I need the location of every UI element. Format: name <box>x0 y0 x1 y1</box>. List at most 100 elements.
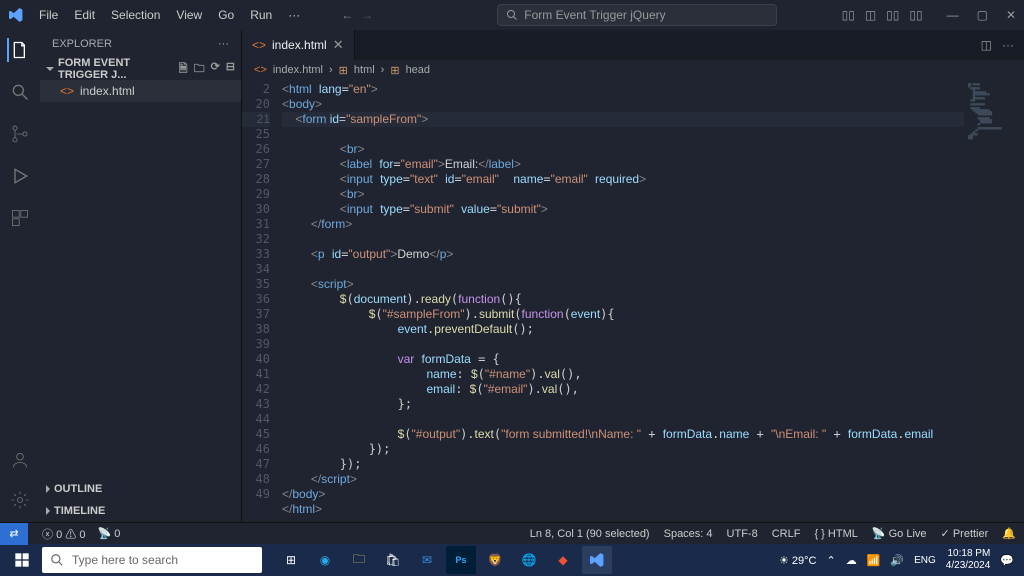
system-tray: ☀ 29°C ⌃ ☁ 📶 🔊 ENG 10:18 PM 4/23/2024 💬 <box>779 548 1018 572</box>
taskbar-apps: ⊞ ◉ 🗀 🛍 ✉ Ps 🦁 🌐 ◆ <box>276 546 612 574</box>
outline-section[interactable]: OUTLINE <box>40 478 241 500</box>
volume-icon[interactable]: 🔊 <box>890 554 904 567</box>
activity-accounts-icon[interactable] <box>8 448 32 472</box>
search-icon <box>50 553 64 567</box>
explorer-icon[interactable]: 🗀 <box>344 546 374 574</box>
notifications-icon[interactable]: 🔔 <box>1002 527 1016 540</box>
close-tab-icon[interactable]: ✕ <box>333 37 344 53</box>
chevron-down-icon <box>46 67 54 71</box>
ports-status[interactable]: 📡 0 <box>97 527 120 540</box>
activity-source-control-icon[interactable] <box>8 122 32 146</box>
collapse-icon[interactable]: ⊟ <box>226 60 235 79</box>
new-file-icon[interactable]: 🗎 <box>179 60 188 79</box>
code-editor[interactable]: <html lang="en"> <body> <form id="sample… <box>282 80 964 522</box>
statusbar: ⇄ ⓧ 0 ⚠ 0 📡 0 Ln 8, Col 1 (90 selected) … <box>0 522 1024 544</box>
titlebar: File Edit Selection View Go Run ··· ← → … <box>0 0 1024 30</box>
menu-file[interactable]: File <box>32 4 65 26</box>
chevron-right-icon <box>46 485 50 493</box>
taskbar-search-placeholder: Type here to search <box>72 553 178 567</box>
layout-panel-icon[interactable]: ◫ <box>865 8 876 22</box>
remote-button[interactable]: ⇄ <box>0 523 28 545</box>
command-center-text: Form Event Trigger jQuery <box>524 8 665 22</box>
layout-primary-icon[interactable]: ▯▯ <box>842 8 855 22</box>
editor-area: <> index.html ✕ ◫ ··· <>index.html › ⊞ht… <box>242 30 1024 522</box>
activity-search-icon[interactable] <box>8 80 32 104</box>
chevron-right-icon <box>46 507 50 515</box>
breadcrumb-item[interactable]: index.html <box>273 64 323 76</box>
new-folder-icon[interactable]: 🗀 <box>194 60 205 79</box>
html-file-icon: <> <box>60 84 74 98</box>
app-menu: File Edit Selection View Go Run ··· <box>32 4 307 26</box>
explorer-title: EXPLORER <box>52 38 112 50</box>
layout-customize-icon[interactable]: ▯▯ <box>909 8 922 22</box>
go-live-button[interactable]: 📡 Go Live <box>872 527 927 540</box>
start-button[interactable] <box>6 546 38 574</box>
photoshop-icon[interactable]: Ps <box>446 546 476 574</box>
menu-run[interactable]: Run <box>243 4 279 26</box>
breadcrumb[interactable]: <>index.html › ⊞html › ⊞head <box>242 60 1024 80</box>
editor-tabs: <> index.html ✕ ◫ ··· <box>242 30 1024 60</box>
workspace-folder[interactable]: FORM EVENT TRIGGER J... 🗎 🗀 ⟳ ⊟ <box>40 58 241 80</box>
mail-icon[interactable]: ✉ <box>412 546 442 574</box>
explorer-more-icon[interactable]: ··· <box>218 38 229 50</box>
timeline-label: TIMELINE <box>54 505 105 517</box>
activity-settings-icon[interactable] <box>8 488 32 512</box>
timeline-section[interactable]: TIMELINE <box>40 500 241 522</box>
activity-run-debug-icon[interactable] <box>8 164 32 188</box>
file-name: index.html <box>80 84 135 98</box>
app-icon[interactable]: ◆ <box>548 546 578 574</box>
problems-status[interactable]: ⓧ 0 ⚠ 0 <box>42 526 85 542</box>
language-indicator[interactable]: ENG <box>914 555 936 566</box>
html-file-icon: <> <box>252 38 266 52</box>
onedrive-icon[interactable]: ☁ <box>846 554 857 567</box>
line-gutter: 2 20 21 25 26 27 28 29 30 31 32 33 34 35… <box>242 80 282 522</box>
menu-go[interactable]: Go <box>211 4 241 26</box>
activity-extensions-icon[interactable] <box>8 206 32 230</box>
weather-widget[interactable]: ☀ 29°C <box>779 554 817 567</box>
indentation-status[interactable]: Spaces: 4 <box>664 528 713 540</box>
menu-overflow[interactable]: ··· <box>281 4 307 26</box>
vscode-logo-icon <box>8 7 24 23</box>
file-tree-item[interactable]: <> index.html <box>40 80 241 102</box>
windows-taskbar: Type here to search ⊞ ◉ 🗀 🛍 ✉ Ps 🦁 🌐 ◆ ☀… <box>0 544 1024 576</box>
split-editor-icon[interactable]: ◫ <box>981 38 992 52</box>
cursor-position[interactable]: Ln 8, Col 1 (90 selected) <box>530 528 650 540</box>
more-actions-icon[interactable]: ··· <box>1002 38 1014 52</box>
window-minimize-icon[interactable]: — <box>947 8 959 22</box>
menu-view[interactable]: View <box>169 4 209 26</box>
nav-forward-icon[interactable]: → <box>361 8 373 22</box>
vscode-icon[interactable] <box>582 546 612 574</box>
refresh-icon[interactable]: ⟳ <box>211 60 220 79</box>
wifi-icon[interactable]: 📶 <box>867 554 881 567</box>
breadcrumb-item[interactable]: html <box>354 64 375 76</box>
workspace-folder-name: FORM EVENT TRIGGER J... <box>58 57 175 81</box>
edge-icon[interactable]: ◉ <box>310 546 340 574</box>
store-icon[interactable]: 🛍 <box>378 546 408 574</box>
editor-tab[interactable]: <> index.html ✕ <box>242 30 355 60</box>
action-center-icon[interactable]: 💬 <box>1000 554 1014 567</box>
task-view-icon[interactable]: ⊞ <box>276 546 306 574</box>
explorer-sidebar: EXPLORER ··· FORM EVENT TRIGGER J... 🗎 🗀… <box>40 30 242 522</box>
taskbar-search[interactable]: Type here to search <box>42 547 262 573</box>
chrome-icon[interactable]: 🌐 <box>514 546 544 574</box>
window-close-icon[interactable]: ✕ <box>1006 8 1016 22</box>
language-mode[interactable]: { } HTML <box>814 528 857 540</box>
breadcrumb-item[interactable]: head <box>406 64 430 76</box>
activity-bar <box>0 30 40 522</box>
minimap[interactable]: ███ ████████ ████████ ██ ███████████ ███… <box>964 80 1024 522</box>
activity-explorer-icon[interactable] <box>7 38 31 62</box>
tray-chevron-icon[interactable]: ⌃ <box>827 554 836 567</box>
menu-selection[interactable]: Selection <box>104 4 167 26</box>
search-icon <box>506 9 518 21</box>
prettier-status[interactable]: ✓ Prettier <box>941 527 989 540</box>
eol-status[interactable]: CRLF <box>772 528 801 540</box>
clock[interactable]: 10:18 PM 4/23/2024 <box>946 548 991 572</box>
nav-back-icon[interactable]: ← <box>341 8 353 22</box>
command-center[interactable]: Form Event Trigger jQuery <box>497 4 777 26</box>
encoding-status[interactable]: UTF-8 <box>727 528 758 540</box>
brave-icon[interactable]: 🦁 <box>480 546 510 574</box>
outline-label: OUTLINE <box>54 483 102 495</box>
menu-edit[interactable]: Edit <box>67 4 102 26</box>
layout-sidebar-icon[interactable]: ▯▯ <box>886 8 899 22</box>
window-restore-icon[interactable]: ▢ <box>977 8 988 22</box>
